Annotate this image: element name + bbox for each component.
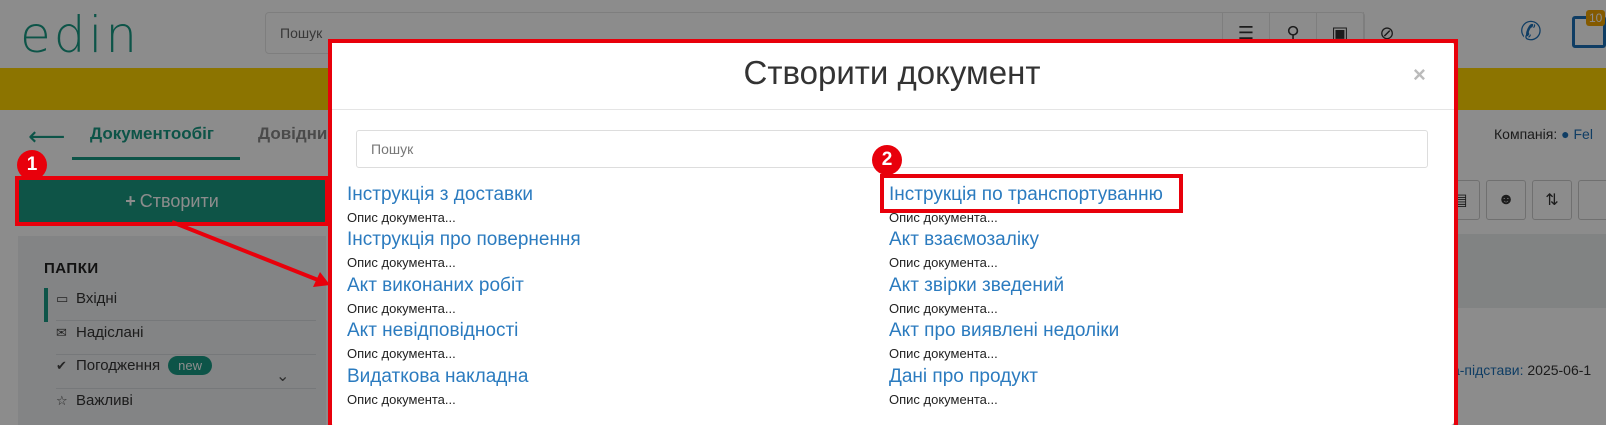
step-2-badge: 2 (872, 145, 902, 175)
step-1-badge: 1 (17, 150, 47, 180)
highlight-target-document (880, 174, 1183, 213)
highlight-create-button (15, 176, 329, 226)
highlight-modal (328, 39, 1458, 425)
